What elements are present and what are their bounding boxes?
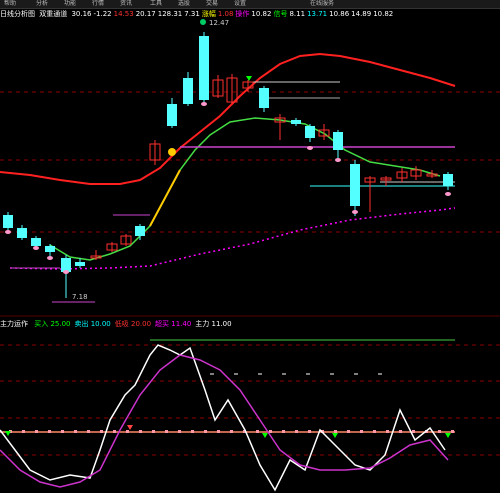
down-arrow-icon (246, 76, 252, 81)
level-dot (373, 430, 376, 433)
arrow-marker-icon (262, 433, 268, 438)
level-dot (230, 430, 233, 433)
signal-marker (63, 270, 69, 274)
level-dot (308, 430, 311, 433)
arrow-marker-icon (445, 433, 451, 438)
candle-body-down (259, 88, 269, 108)
candle-body-down (3, 215, 13, 228)
level-dot (22, 430, 25, 433)
level-dot (87, 430, 90, 433)
buy-signal-icon (168, 148, 176, 156)
candle-body-down (305, 126, 315, 138)
signal-marker (307, 146, 313, 150)
level-dot (191, 430, 194, 433)
candle-body-down (291, 120, 301, 124)
level-dot (178, 430, 181, 433)
level-dot (139, 430, 142, 433)
ma-line-highlight (149, 169, 181, 227)
level-dot (126, 430, 129, 433)
arrow-marker-icon (127, 425, 133, 430)
level-dot (386, 430, 389, 433)
level-dot (100, 430, 103, 433)
candle-body-down (17, 228, 27, 238)
candle-body-down (31, 238, 41, 246)
level-dot (438, 430, 441, 433)
signal-marker (5, 230, 11, 234)
indicator-values: 买入 25.00 卖出 10.00 低吸 20.00 超买 11.40 主力 11.00 (34, 320, 235, 328)
lower-band-line (9, 207, 456, 270)
arrow-marker-icon (332, 433, 338, 438)
signal-marker (33, 246, 39, 250)
indicator-value: 卖出 10.00 (74, 320, 111, 328)
indicator-title-strip: 主力运作 买入 25.00 卖出 10.00 低吸 20.00 超买 11.40 主力 … (0, 319, 500, 329)
candle-body-down (443, 174, 453, 186)
high-price-label: 12.47 (209, 19, 229, 27)
level-dot (165, 430, 168, 433)
level-dot (451, 430, 454, 433)
indicator-value: 买入 25.00 (34, 320, 71, 328)
indicator-value: 主力 11.00 (195, 320, 232, 328)
level-dot (256, 430, 259, 433)
ma-line (49, 117, 441, 261)
level-dot (217, 430, 220, 433)
candle-body-down (199, 36, 209, 100)
level-dot (347, 430, 350, 433)
indicator-magenta-line (0, 354, 449, 488)
signal-marker (352, 210, 358, 214)
candle-body-down (45, 246, 55, 252)
level-dot (48, 430, 51, 433)
candle-body-down (350, 164, 360, 206)
level-dot (74, 430, 77, 433)
level-dot (412, 430, 415, 433)
low-price-label: 7.18 (72, 293, 88, 301)
signal-marker (47, 256, 53, 260)
level-dot (295, 430, 298, 433)
candle-body-down (167, 104, 177, 126)
level-dot (269, 430, 272, 433)
signal-marker (445, 192, 451, 196)
level-dot (61, 430, 64, 433)
signal-marker (201, 102, 207, 106)
price-chart[interactable]: 12.47 7.18 (0, 0, 500, 493)
candle-body-down (183, 78, 193, 104)
level-dot (282, 430, 285, 433)
signal-marker (335, 158, 341, 162)
level-dot (35, 430, 38, 433)
level-dot (399, 430, 402, 433)
arrow-marker-icon (5, 431, 11, 436)
level-dot (204, 430, 207, 433)
level-dot (334, 430, 337, 433)
candle-body-down (75, 262, 85, 266)
level-dot (113, 430, 116, 433)
candle-body-down (333, 132, 343, 150)
indicator-label: 主力运作 (0, 320, 28, 328)
high-marker-icon (200, 19, 206, 25)
level-dot (152, 430, 155, 433)
indicator-value: 低吸 20.00 (114, 320, 152, 328)
level-dot (360, 430, 363, 433)
candle-body-down (135, 226, 145, 236)
candle-body-down (61, 258, 71, 272)
indicator-value: 超买 11.40 (155, 320, 192, 328)
